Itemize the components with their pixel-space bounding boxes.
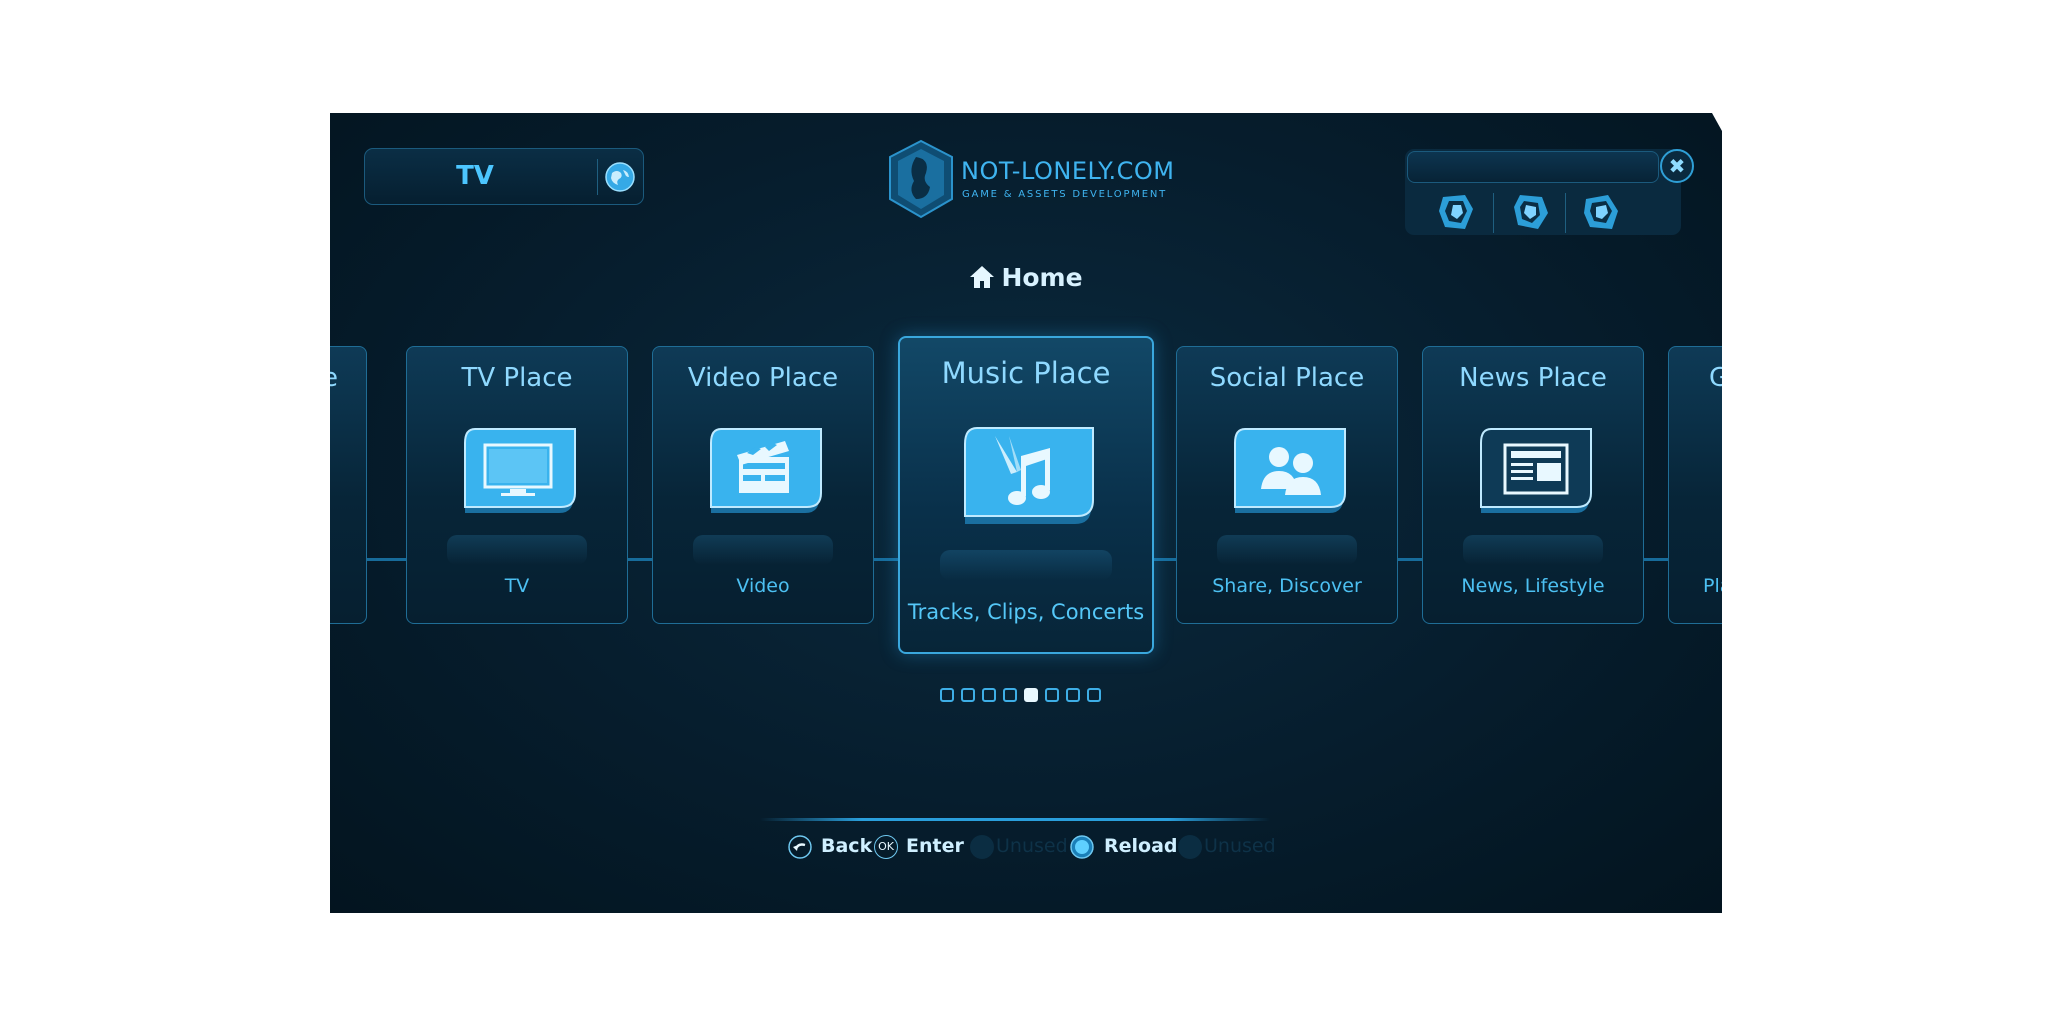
carousel-card-music[interactable]: Music Place Tracks, Clips, Concerts [898, 336, 1154, 654]
card-title: News Place [1459, 363, 1607, 393]
unused-label-2: Unused [1204, 835, 1276, 857]
logo-subtitle: GAME & ASSETS DEVELOPMENT [962, 189, 1168, 200]
card-title: Social Place [1209, 363, 1365, 393]
newspaper-icon [1480, 428, 1592, 513]
unused-button-icon-2 [1178, 835, 1202, 859]
card-title: Music Place [941, 356, 1111, 390]
unused-label-1: Unused [996, 835, 1068, 857]
card-reflection [447, 535, 587, 565]
page-dot-4[interactable] [1003, 688, 1017, 702]
clapperboard-icon [710, 428, 822, 513]
footer-divider [760, 818, 1270, 821]
back-label[interactable]: Back [821, 831, 872, 861]
carousel-card-tv[interactable]: TV Place TV [406, 346, 628, 624]
status-bar [1407, 151, 1659, 183]
corner-cut [1712, 113, 1722, 131]
music-note-icon [964, 427, 1094, 524]
card-title: TV Place [461, 363, 573, 393]
channel-selector[interactable]: TV [364, 148, 644, 205]
card-subtitle: News, Lifestyle [1461, 575, 1605, 597]
globe-icon[interactable] [605, 162, 635, 192]
home-icon [970, 266, 995, 288]
partial-icon [1719, 427, 1722, 523]
carousel-card-partial-left[interactable]: te [330, 346, 367, 624]
page-dot-2[interactable] [961, 688, 975, 702]
page-dot-8[interactable] [1087, 688, 1101, 702]
page-dot-5-active[interactable] [1024, 688, 1038, 702]
card-subtitle: Pla [1703, 575, 1722, 597]
card-reflection [1217, 535, 1357, 565]
card-title: Ga [1709, 363, 1722, 393]
tv-icon [464, 428, 576, 513]
card-subtitle: TV [504, 575, 530, 597]
logo-mark-icon [889, 139, 953, 219]
card-title: Video Place [687, 363, 839, 393]
card-reflection [940, 550, 1112, 580]
quick-actions-separator [1493, 193, 1494, 233]
reload-icon[interactable] [1070, 835, 1094, 859]
carousel-card-partial-right[interactable]: Ga Pla [1668, 346, 1722, 624]
home-label: Home [1001, 263, 1083, 292]
logo-title: NOT-LONELY.COM [961, 157, 1175, 185]
unused-button-icon-1 [970, 835, 994, 859]
shard-icon-2[interactable] [1510, 191, 1552, 233]
reload-label[interactable]: Reload [1104, 831, 1178, 861]
page-dot-3[interactable] [982, 688, 996, 702]
page-dot-1[interactable] [940, 688, 954, 702]
carousel-card-news[interactable]: News Place News, Lifestyle [1422, 346, 1644, 624]
card-subtitle: Share, Discover [1212, 575, 1362, 597]
people-icon [1234, 428, 1346, 513]
quick-actions-separator [1565, 193, 1566, 233]
card-subtitle: Video [736, 575, 790, 597]
breadcrumb: Home [330, 263, 1722, 303]
home-link[interactable]: Home [969, 263, 1083, 292]
logo: NOT-LONELY.COM GAME & ASSETS DEVELOPMENT [886, 139, 1186, 219]
shard-icon-3[interactable] [1580, 191, 1622, 233]
card-subtitle: Tracks, Clips, Concerts [907, 600, 1145, 624]
ok-icon[interactable]: OK [874, 835, 898, 859]
back-icon[interactable] [788, 835, 812, 859]
page-dot-6[interactable] [1045, 688, 1059, 702]
card-title: te [330, 363, 366, 393]
shard-icon-1[interactable] [1435, 191, 1477, 233]
media-center-screen: TV NOT-LONELY.COM GAME & ASSETS DEVELOPM… [330, 113, 1722, 913]
card-reflection [1463, 535, 1603, 565]
carousel-card-video[interactable]: Video Place Video [652, 346, 874, 624]
page-dot-7[interactable] [1066, 688, 1080, 702]
channel-label: TV [456, 161, 494, 191]
enter-label[interactable]: Enter [906, 831, 964, 861]
card-reflection [693, 535, 833, 565]
carousel-card-social[interactable]: Social Place Share, Discover [1176, 346, 1398, 624]
close-button[interactable]: ✖ [1660, 149, 1694, 183]
channel-separator [597, 159, 598, 195]
